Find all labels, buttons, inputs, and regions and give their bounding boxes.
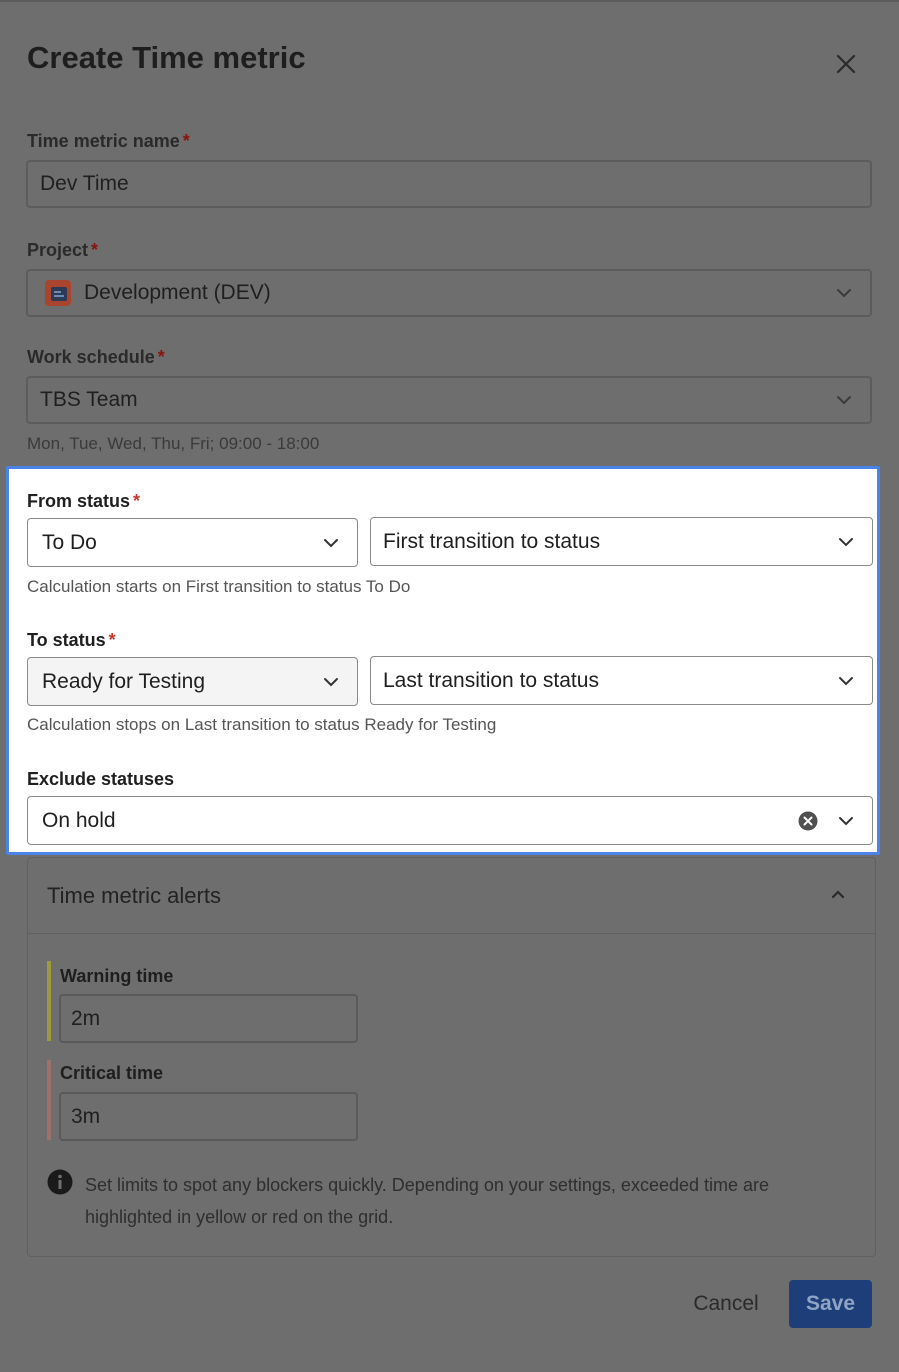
chevron-down-icon <box>839 537 853 546</box>
exclude-statuses-select[interactable]: On hold <box>27 796 873 845</box>
from-status-value: To Do <box>42 530 97 554</box>
metric-name-input[interactable]: Dev Time <box>26 160 872 208</box>
alerts-title: Time metric alerts <box>47 882 221 908</box>
chevron-down-icon <box>324 677 338 686</box>
chevron-down-icon <box>837 396 851 405</box>
from-mode-select[interactable]: First transition to status <box>370 517 873 566</box>
project-value: Development (DEV) <box>84 281 271 304</box>
top-divider <box>0 0 899 2</box>
chevron-down-icon <box>839 816 853 825</box>
critical-time-input[interactable]: 3m <box>59 1092 358 1141</box>
project-select[interactable]: Development (DEV) <box>26 269 872 317</box>
clear-icon[interactable] <box>798 811 818 831</box>
schedule-hint: Mon, Tue, Wed, Thu, Fri; 09:00 - 18:00 <box>27 434 320 453</box>
to-status-value: Ready for Testing <box>42 669 206 693</box>
to-status-hint: Calculation stops on Last transition to … <box>27 715 497 734</box>
to-status-label: To status * <box>27 630 116 650</box>
from-status-hint: Calculation starts on First transition t… <box>27 577 411 596</box>
required-marker: * <box>157 347 165 367</box>
chevron-down-icon <box>324 538 338 547</box>
project-label: Project * <box>27 240 99 260</box>
alerts-info-text: Set limits to spot any blockers quickly.… <box>85 1175 770 1227</box>
metric-name-value: Dev Time <box>40 172 129 195</box>
critical-label: Critical time <box>60 1063 164 1083</box>
project-avatar-icon <box>45 280 71 306</box>
required-marker: * <box>108 630 116 650</box>
required-marker: * <box>133 491 141 511</box>
to-mode-value: Last transition to status <box>383 668 599 692</box>
critical-indicator <box>47 1060 51 1140</box>
dialog-title: Create Time metric <box>27 40 306 75</box>
status-panel: From status * To Do First transition to s… <box>6 466 880 855</box>
schedule-select[interactable]: TBS Team <box>26 376 872 424</box>
chevron-up-icon[interactable] <box>831 890 845 899</box>
chevron-down-icon <box>837 289 851 298</box>
from-mode-value: First transition to status <box>383 529 601 553</box>
schedule-value: TBS Team <box>40 388 138 411</box>
chevron-down-icon <box>839 676 853 685</box>
required-marker: * <box>182 131 190 151</box>
critical-time-value: 3m <box>71 1104 101 1128</box>
schedule-label: Work schedule * <box>27 347 165 367</box>
warning-time-input[interactable]: 2m <box>59 994 358 1043</box>
info-icon <box>47 1169 73 1195</box>
warning-indicator <box>47 961 51 1041</box>
exclude-statuses-label: Exclude statuses <box>27 769 175 789</box>
cancel-button[interactable]: Cancel <box>680 1280 772 1328</box>
exclude-statuses-value: On hold <box>42 808 116 832</box>
name-label: Time metric name * <box>27 131 190 151</box>
close-icon[interactable] <box>830 48 862 80</box>
warning-time-value: 2m <box>71 1006 101 1030</box>
to-mode-select[interactable]: Last transition to status <box>370 656 873 705</box>
alerts-panel: Time metric alerts Warning time 2m Criti… <box>27 857 876 1257</box>
required-marker: * <box>91 240 99 260</box>
save-button[interactable]: Save <box>789 1280 872 1328</box>
from-status-select[interactable]: To Do <box>27 518 358 567</box>
warning-label: Warning time <box>60 966 174 986</box>
to-status-select[interactable]: Ready for Testing <box>27 657 358 706</box>
alerts-header[interactable]: Time metric alerts <box>28 858 875 934</box>
from-status-label: From status * <box>27 491 141 511</box>
